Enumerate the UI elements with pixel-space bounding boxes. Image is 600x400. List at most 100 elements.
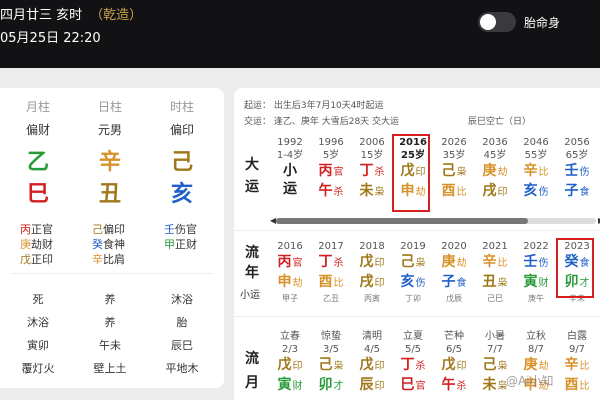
canggan-shishen: 偏印 bbox=[103, 223, 125, 236]
toggle-label: 胎命身 bbox=[524, 16, 561, 30]
liunian-zhi-shishen: 伤 bbox=[415, 278, 426, 289]
liuyue-item[interactable]: 立春 2/3 戊印 寅财 bbox=[270, 330, 310, 396]
liuyue-zhi-shishen: 才 bbox=[333, 381, 344, 392]
divider bbox=[234, 316, 600, 317]
liunian-item[interactable]: 2022 壬伤 寅财 庚午 bbox=[516, 240, 556, 305]
liuyue-zhi-shishen: 比 bbox=[579, 381, 590, 392]
liuyue-gan-char: 辛 bbox=[564, 357, 579, 373]
liuyue-zhi-char: 寅 bbox=[277, 377, 292, 393]
dayun-scrollbar[interactable] bbox=[276, 218, 596, 224]
pillar-state: 平地木 bbox=[165, 362, 199, 375]
dayun-gan-char: 丁 bbox=[359, 163, 374, 179]
dayun-item[interactable]: 2006 15岁 丁杀 未枭 bbox=[352, 136, 392, 202]
liunian-label-1: 流 bbox=[245, 245, 259, 261]
scroll-thumb[interactable] bbox=[276, 218, 528, 224]
liuyue-item[interactable]: 白露 9/7 辛比 酉比 bbox=[557, 330, 597, 396]
dayun-item[interactable]: 2036 45岁 庚劫 戌印 bbox=[475, 136, 515, 202]
liuyue-gan: 戊印 bbox=[270, 356, 310, 376]
liuyue-zhi-shishen: 官 bbox=[415, 381, 426, 392]
pillar-state: 死 bbox=[32, 293, 44, 306]
term-date: 9/7 bbox=[568, 344, 586, 355]
liuyue-zhi-char: 巳 bbox=[400, 377, 415, 393]
liuyue-item[interactable]: 芒种 6/5 戊印 午杀 bbox=[434, 330, 474, 396]
liuyue-zhi: 巳官 bbox=[393, 376, 433, 396]
watermark: @Ai小知 bbox=[506, 374, 554, 388]
dayun-zhi-shishen: 伤 bbox=[538, 187, 549, 198]
dayun-gan-char: 丙 bbox=[318, 163, 333, 179]
liunian-year: 2020 bbox=[441, 241, 467, 252]
liunian-item[interactable]: 2021 辛比 丑枭 己巳 bbox=[475, 240, 515, 305]
liunian-year: 2021 bbox=[482, 241, 508, 252]
liunian-item[interactable]: 2018 戊印 戌印 丙寅 bbox=[352, 240, 392, 305]
canggan-row: 己偏印 bbox=[92, 222, 154, 237]
liuyue-item[interactable]: 惊蛰 3/5 己枭 卯才 bbox=[311, 330, 351, 396]
dayun-item[interactable]: 2026 35岁 己枭 酉比 bbox=[434, 136, 474, 202]
liunian-item[interactable]: 2017 丁杀 酉比 乙丑 bbox=[311, 240, 351, 305]
liuyue-gan-char: 戊 bbox=[441, 357, 456, 373]
dayun-zhi: 运 bbox=[270, 180, 310, 198]
canggan-shishen: 正官 bbox=[31, 223, 53, 236]
liunian-item[interactable]: 2016 丙官 申劫 甲子 bbox=[270, 240, 310, 305]
canggan-gan: 戊 bbox=[20, 253, 31, 266]
solar-date: 05月25日 22:20 bbox=[0, 31, 101, 46]
liunian-zhi-char: 亥 bbox=[400, 274, 415, 290]
liuyue-zhi: 卯才 bbox=[311, 376, 351, 396]
liuyue-gan-shishen: 印 bbox=[456, 361, 467, 372]
liunian-gan-shishen: 劫 bbox=[456, 258, 467, 269]
canggan-shishen: 食神 bbox=[103, 238, 125, 251]
pillar-state: 沐浴 bbox=[27, 316, 49, 329]
liuyue-gan-char: 庚 bbox=[523, 357, 538, 373]
liuyue-gan-char: 己 bbox=[482, 357, 497, 373]
pillar-shishen: 偏印 bbox=[169, 123, 194, 137]
liunian-zhi-char: 子 bbox=[441, 274, 456, 290]
liunian-label-2: 年 bbox=[245, 265, 259, 281]
dayun-gan: 壬伤 bbox=[557, 162, 597, 182]
liunian-gan-char: 庚 bbox=[441, 254, 456, 270]
liunian-item[interactable]: 2019 己枭 亥伤 丁卯 bbox=[393, 240, 433, 305]
taimingshen-toggle[interactable] bbox=[478, 12, 516, 32]
liunian-zhi: 戌印 bbox=[352, 273, 392, 293]
canggan-shishen: 劫财 bbox=[31, 238, 53, 251]
dayun-gan-char: 壬 bbox=[564, 163, 579, 179]
dayun-gan: 辛比 bbox=[516, 162, 556, 182]
liunian-zhi-char: 申 bbox=[277, 274, 292, 290]
liunian-gan-shishen: 比 bbox=[497, 258, 508, 269]
liuyue-zhi: 寅财 bbox=[270, 376, 310, 396]
liunian-gan-char: 己 bbox=[400, 254, 415, 270]
liuyue-zhi-shishen: 印 bbox=[374, 381, 385, 392]
dayun-year: 2036 bbox=[482, 137, 508, 148]
dayun-zhi: 戌印 bbox=[475, 182, 515, 202]
liunian-year: 2016 bbox=[277, 241, 303, 252]
liunian-item[interactable]: 2020 庚劫 子食 戊辰 bbox=[434, 240, 474, 305]
dayun-age: 35岁 bbox=[442, 150, 466, 161]
dayun-zhi-shishen: 食 bbox=[579, 187, 590, 198]
canggan-gan: 己 bbox=[92, 223, 103, 236]
dayun-item[interactable]: 1992 1-4岁小运 bbox=[270, 136, 310, 198]
liuyue-zhi-char: 辰 bbox=[359, 377, 374, 393]
term-date: 7/7 bbox=[486, 344, 504, 355]
dayun-item[interactable]: 1996 5岁 丙官 午杀 bbox=[311, 136, 351, 202]
dayun-year: 2006 bbox=[359, 137, 385, 148]
canggan-shishen: 正财 bbox=[175, 238, 197, 251]
dayun-item[interactable]: 2056 65岁 壬伤 子食 bbox=[557, 136, 597, 202]
canggan-shishen: 伤官 bbox=[175, 223, 197, 236]
pillar-state: 沐浴 bbox=[171, 293, 193, 306]
liunian-zhi-shishen: 食 bbox=[456, 278, 467, 289]
canggan-list: 壬伤官 甲正财 bbox=[164, 222, 226, 252]
liuyue-item[interactable]: 清明 4/5 戊印 辰印 bbox=[352, 330, 392, 396]
divider bbox=[10, 273, 214, 274]
liuyue-item[interactable]: 立夏 5/5 丁杀 巳官 bbox=[393, 330, 433, 396]
liunian-zhi-shishen: 财 bbox=[538, 278, 549, 289]
liunian-year: 2018 bbox=[359, 241, 385, 252]
liunian-year: 2017 bbox=[318, 241, 344, 252]
dayun-zhi-shishen: 比 bbox=[456, 187, 467, 198]
pillar-zhi: 巳 bbox=[26, 182, 49, 207]
liunian-zhi-char: 寅 bbox=[523, 274, 538, 290]
pillar-state: 辰巳 bbox=[171, 339, 193, 352]
dayun-item[interactable]: 2046 55岁 辛比 亥伤 bbox=[516, 136, 556, 202]
solar-term: 清明 bbox=[362, 331, 382, 342]
liunian-gan-char: 戊 bbox=[359, 254, 374, 270]
liuyue-label-2: 月 bbox=[245, 375, 259, 391]
pillar-shishen: 偏财 bbox=[25, 123, 50, 137]
pillar-state: 养 bbox=[104, 316, 116, 329]
